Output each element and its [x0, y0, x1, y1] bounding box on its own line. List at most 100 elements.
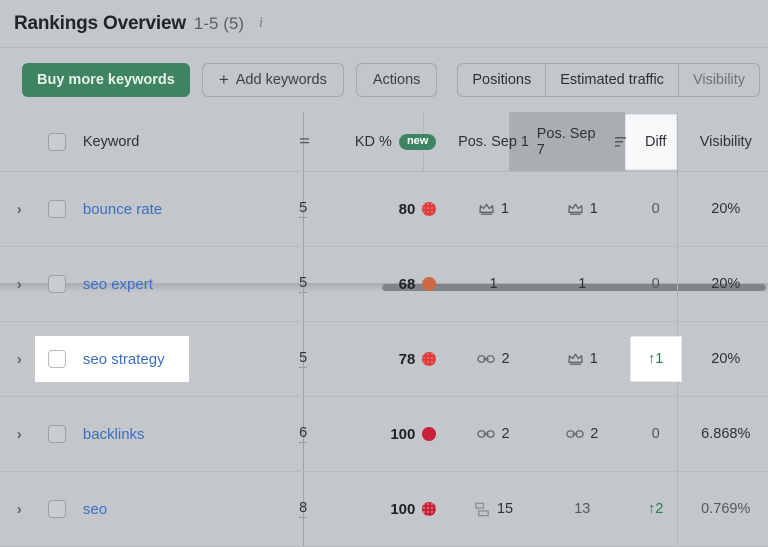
pos-sep7-value: 1: [578, 276, 586, 292]
info-icon[interactable]: i: [254, 16, 268, 32]
kd-value: 68: [399, 276, 416, 293]
tab-positions[interactable]: Positions: [458, 64, 546, 96]
kd-value: 80: [399, 201, 416, 218]
visibility-value: 0.769%: [701, 501, 750, 517]
add-keywords-label: Add keywords: [236, 72, 327, 88]
pos-sep7-value: 1: [590, 201, 598, 217]
header-diff-label: Diff: [645, 134, 667, 150]
table-header-row: Keyword KD % new Pos. Sep 1 Pos. Sep 7: [0, 112, 768, 172]
expand-row-icon[interactable]: ›: [17, 277, 22, 292]
kd-difficulty-dot: [422, 502, 436, 516]
diff-value: 0: [652, 426, 660, 442]
link-icon: [477, 427, 495, 441]
kd-difficulty-dot: [422, 202, 436, 216]
keyword-link[interactable]: bounce rate: [83, 201, 162, 218]
page-title: Rankings Overview: [14, 13, 186, 35]
table-row[interactable]: › seo 8 100 15 13 ↑2 0.769%: [0, 472, 768, 547]
keyword-link[interactable]: backlinks: [83, 426, 145, 443]
sitelinks-icon: [474, 502, 491, 517]
buy-more-keywords-button[interactable]: Buy more keywords: [22, 63, 190, 97]
link-icon: [477, 352, 495, 366]
kd-value: 100: [390, 426, 415, 443]
visibility-value: 6.868%: [701, 426, 750, 442]
header-pos-sep1[interactable]: Pos. Sep 1: [450, 134, 536, 150]
volume-value[interactable]: 8: [299, 500, 307, 518]
volume-value[interactable]: 5: [299, 200, 307, 218]
header-pos-sep1-label: Pos. Sep 1: [458, 134, 529, 150]
plus-icon: +: [219, 71, 229, 88]
pos-sep7-value: 1: [590, 351, 598, 367]
volume-sort-icon: [299, 136, 310, 147]
result-range: 1-5 (5): [194, 14, 244, 34]
pos-sep1-value: 2: [501, 426, 509, 442]
pos-sep7-value: 2: [590, 426, 598, 442]
expand-row-icon[interactable]: ›: [17, 427, 22, 442]
row-checkbox[interactable]: [48, 275, 66, 293]
pos-sep1-value: 2: [501, 351, 509, 367]
link-icon: [566, 427, 584, 441]
rankings-table: Keyword KD % new Pos. Sep 1 Pos. Sep 7: [0, 112, 768, 547]
header-kd-label: KD %: [355, 134, 392, 150]
keyword-link[interactable]: seo: [83, 501, 107, 518]
volume-value[interactable]: 5: [299, 350, 307, 368]
diff-value: ↑1: [648, 351, 663, 367]
header-keyword-label: Keyword: [83, 134, 139, 150]
volume-value[interactable]: 6: [299, 425, 307, 443]
header-pos-sep7[interactable]: Pos. Sep 7: [537, 126, 628, 158]
actions-button[interactable]: Actions: [356, 63, 438, 97]
tab-visibility-label: Visibility: [693, 72, 745, 88]
tab-estimated-traffic[interactable]: Estimated traffic: [546, 64, 679, 96]
diff-value: 0: [652, 276, 660, 292]
header-visibility[interactable]: Visibility: [684, 134, 768, 150]
kd-value: 78: [399, 351, 416, 368]
tab-estimated-traffic-label: Estimated traffic: [560, 72, 664, 88]
pos-sep7-value: 13: [574, 501, 590, 517]
visibility-value: 20%: [711, 276, 740, 292]
expand-row-icon[interactable]: ›: [17, 352, 22, 367]
crown-icon: [567, 202, 584, 217]
visibility-value: 20%: [711, 201, 740, 217]
header-pos-sep7-label: Pos. Sep 7: [537, 126, 603, 158]
crown-icon: [567, 352, 584, 367]
pos-sep1-value: 1: [501, 201, 509, 217]
add-keywords-button[interactable]: + Add keywords: [202, 63, 344, 97]
select-all-checkbox[interactable]: [48, 133, 66, 151]
toolbar: Buy more keywords + Add keywords Actions…: [0, 48, 768, 112]
pos-sep1-value: 1: [489, 276, 497, 292]
page-header: Rankings Overview 1-5 (5) i: [0, 0, 768, 48]
keyword-link[interactable]: seo strategy: [83, 351, 165, 368]
diff-value: ↑2: [648, 501, 663, 517]
table-row[interactable]: › bounce rate 5 80 1 1 0 20%: [0, 172, 768, 247]
kd-difficulty-dot: [422, 277, 436, 291]
expand-row-icon[interactable]: ›: [17, 502, 22, 517]
tab-positions-label: Positions: [472, 72, 531, 88]
diff-value: 0: [652, 201, 660, 217]
header-kd[interactable]: KD % new: [332, 134, 451, 150]
header-visibility-label: Visibility: [700, 134, 752, 150]
header-keyword[interactable]: Keyword: [75, 134, 291, 150]
volume-value[interactable]: 5: [299, 275, 307, 293]
sort-descending-icon: [614, 135, 628, 148]
kd-difficulty-dot: [422, 427, 436, 441]
header-diff[interactable]: Diff: [628, 134, 684, 150]
pos-sep1-value: 15: [497, 501, 513, 517]
buy-more-keywords-label: Buy more keywords: [37, 72, 175, 88]
expand-row-icon[interactable]: ›: [17, 202, 22, 217]
diff-cell-highlight: ↑1: [630, 336, 682, 382]
actions-label: Actions: [373, 72, 421, 88]
crown-icon: [478, 202, 495, 217]
row-checkbox[interactable]: [48, 425, 66, 443]
kd-difficulty-dot: [422, 352, 436, 366]
table-row[interactable]: › backlinks 6 100 2 2 0 6.868%: [0, 397, 768, 472]
row-checkbox[interactable]: [48, 500, 66, 518]
header-volume[interactable]: [291, 136, 332, 147]
tab-visibility[interactable]: Visibility: [679, 64, 759, 96]
visibility-value: 20%: [711, 351, 740, 367]
view-mode-segmented-control: Positions Estimated traffic Visibility: [457, 63, 760, 97]
kd-new-badge: new: [399, 134, 436, 150]
table-row[interactable]: › seo expert 5 68 1 1 0 20%: [0, 247, 768, 322]
row-checkbox[interactable]: [48, 200, 66, 218]
keyword-link[interactable]: seo expert: [83, 276, 153, 293]
table-row[interactable]: › seo strategy 5 78 2 1: [0, 322, 768, 397]
row-checkbox[interactable]: [48, 350, 66, 368]
